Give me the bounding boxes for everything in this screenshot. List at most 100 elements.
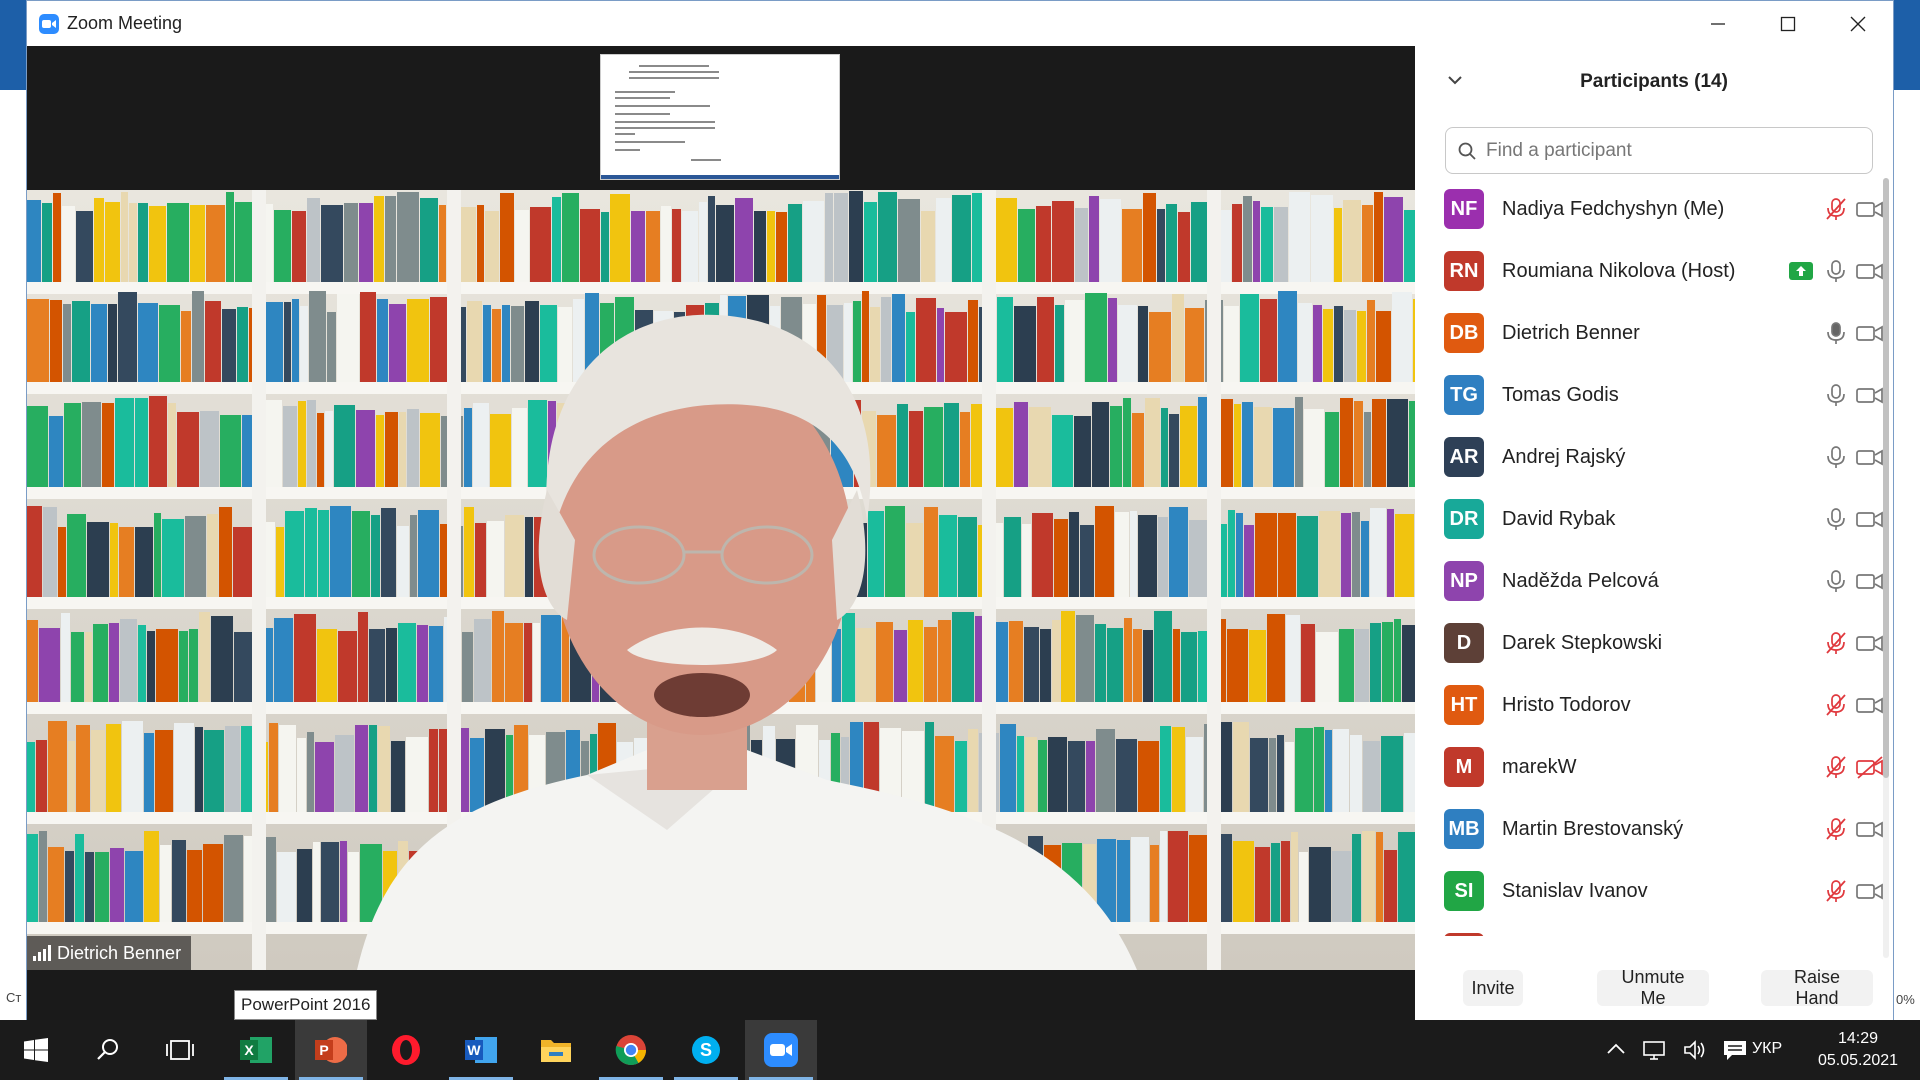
participant-avatar: MB bbox=[1444, 809, 1484, 849]
powerpoint-taskbar-button[interactable]: P bbox=[295, 1020, 367, 1080]
participant-avatar: NP bbox=[1444, 561, 1484, 601]
screen-share-icon bbox=[1789, 262, 1813, 280]
participant-row[interactable]: MB Martin Brestovanský bbox=[1415, 798, 1885, 860]
participant-row[interactable]: NP Naděžda Pelcová bbox=[1415, 550, 1885, 612]
participant-name: Roumiana Nikolova (Host) bbox=[1502, 259, 1736, 282]
participants-title: Participants (14) bbox=[1580, 71, 1728, 92]
microphone-icon[interactable] bbox=[1823, 506, 1849, 532]
taskbar-tooltip: PowerPoint 2016 bbox=[234, 990, 378, 1020]
participant-row[interactable]: DR David Rybak bbox=[1415, 488, 1885, 550]
participant-row[interactable]: NF Nadiya Fedchyshyn (Me) bbox=[1415, 178, 1885, 240]
mic-muted-icon[interactable] bbox=[1823, 754, 1849, 780]
opera-taskbar-button[interactable] bbox=[370, 1020, 442, 1080]
shared-screen-thumbnail[interactable] bbox=[600, 54, 840, 180]
participant-name: Naděžda Pelcová bbox=[1502, 569, 1659, 592]
skype-icon: S bbox=[692, 1036, 720, 1064]
skype-taskbar-button[interactable]: S bbox=[670, 1020, 742, 1080]
file-explorer-taskbar-button[interactable] bbox=[520, 1020, 592, 1080]
participant-name: Dietrich Benner bbox=[1502, 321, 1640, 344]
volume-icon[interactable] bbox=[1682, 1038, 1708, 1062]
background-app-right-edge: 0% bbox=[1894, 0, 1920, 1020]
unmute-me-button[interactable]: Unmute Me bbox=[1597, 967, 1709, 1008]
participant-row[interactable]: HT Hristo Todorov bbox=[1415, 674, 1885, 736]
mic-muted-icon[interactable] bbox=[1823, 816, 1849, 842]
microphone-icon[interactable] bbox=[1823, 382, 1849, 408]
speaker-name: Dietrich Benner bbox=[57, 942, 182, 963]
participant-row[interactable]: MmarekW bbox=[1415, 736, 1885, 798]
participant-row[interactable]: AR Andrej Rajský bbox=[1415, 426, 1885, 488]
powerpoint-icon: P bbox=[315, 1037, 347, 1063]
show-hidden-icons-icon[interactable] bbox=[1604, 1038, 1628, 1062]
mic-muted-icon[interactable] bbox=[1823, 196, 1849, 222]
network-icon[interactable] bbox=[1642, 1038, 1668, 1062]
system-tray bbox=[1604, 1020, 1748, 1080]
taskbar-clock[interactable]: 14:29 05.05.2021 bbox=[1808, 1028, 1908, 1072]
word-taskbar-button[interactable]: W bbox=[445, 1020, 517, 1080]
zoom-app-icon bbox=[39, 13, 59, 34]
mic-muted-icon[interactable] bbox=[1823, 692, 1849, 718]
notification-icon[interactable] bbox=[1722, 1038, 1748, 1062]
file-explorer-icon bbox=[541, 1040, 571, 1062]
taskbar-search-button[interactable] bbox=[72, 1020, 144, 1080]
participant-avatar: M bbox=[1444, 747, 1484, 787]
search-input[interactable] bbox=[1486, 139, 1846, 162]
excel-taskbar-button[interactable]: X bbox=[220, 1020, 292, 1080]
excel-icon: X bbox=[240, 1037, 272, 1063]
maximize-icon bbox=[1780, 16, 1796, 31]
search-icon bbox=[1458, 142, 1476, 160]
participant-name: Stanislav Ivanov bbox=[1502, 879, 1648, 902]
input-language[interactable]: УКР bbox=[1752, 1040, 1782, 1058]
microphone-icon[interactable] bbox=[1823, 568, 1849, 594]
participant-avatar: DR bbox=[1444, 499, 1484, 539]
invite-button[interactable]: Invite bbox=[1463, 970, 1523, 1006]
participant-search[interactable] bbox=[1445, 127, 1873, 174]
participant-avatar: D bbox=[1444, 623, 1484, 663]
title-bar[interactable]: Zoom Meeting bbox=[27, 1, 1893, 46]
speaker-name-tag: Dietrich Benner bbox=[27, 936, 192, 970]
chrome-taskbar-button[interactable] bbox=[595, 1020, 667, 1080]
close-button[interactable] bbox=[1823, 1, 1893, 46]
participant-avatar: RN bbox=[1444, 251, 1484, 291]
participant-row[interactable] bbox=[1415, 922, 1885, 936]
opera-icon bbox=[392, 1035, 420, 1065]
participant-row[interactable]: DB Dietrich Benner bbox=[1415, 302, 1885, 364]
clock-time: 14:29 bbox=[1837, 1030, 1879, 1047]
raise-hand-button[interactable]: Raise Hand bbox=[1761, 967, 1873, 1008]
participant-row[interactable]: RN Roumiana Nikolova (Host) bbox=[1415, 240, 1885, 302]
maximize-button[interactable] bbox=[1753, 1, 1823, 46]
windows-start-button[interactable] bbox=[0, 1020, 72, 1080]
task-view-icon bbox=[166, 1040, 194, 1060]
chrome-icon bbox=[615, 1035, 646, 1066]
participant-name: Martin Brestovanský bbox=[1502, 817, 1684, 840]
mic-muted-icon[interactable] bbox=[1823, 878, 1849, 904]
minimize-button[interactable] bbox=[1683, 1, 1753, 46]
participant-name: marekW bbox=[1502, 755, 1577, 778]
participant-name: Nadiya Fedchyshyn (Me) bbox=[1502, 197, 1725, 220]
participant-name: Andrej Rajský bbox=[1502, 445, 1626, 468]
chevron-down-icon[interactable] bbox=[1447, 72, 1463, 88]
zoom-taskbar-button[interactable] bbox=[745, 1020, 817, 1080]
svg-text:P: P bbox=[319, 1042, 328, 1058]
background-status-text: Ст bbox=[6, 990, 22, 1005]
participant-avatar: DB bbox=[1444, 313, 1484, 353]
participant-list-scrollbar[interactable] bbox=[1881, 178, 1891, 958]
microphone-icon[interactable] bbox=[1823, 320, 1849, 346]
task-view-button[interactable] bbox=[144, 1020, 216, 1080]
microphone-icon[interactable] bbox=[1823, 444, 1849, 470]
participants-panel: Participants (14) NF Nadiya Fedchyshyn (M… bbox=[1415, 46, 1893, 1021]
participant-avatar bbox=[1444, 933, 1484, 936]
mic-muted-icon[interactable] bbox=[1823, 630, 1849, 656]
speaker-video[interactable]: Dietrich Benner bbox=[27, 190, 1415, 970]
participant-row[interactable]: SI Stanislav Ivanov bbox=[1415, 860, 1885, 922]
clock-date: 05.05.2021 bbox=[1817, 1052, 1899, 1069]
search-icon bbox=[97, 1039, 118, 1060]
background-app-left-edge bbox=[0, 0, 26, 1020]
microphone-icon[interactable] bbox=[1823, 258, 1849, 284]
participants-actions: Invite Unmute Me Raise Hand bbox=[1415, 964, 1893, 1014]
svg-text:S: S bbox=[700, 1040, 712, 1060]
participant-row[interactable]: D Darek Stepkowski bbox=[1415, 612, 1885, 674]
participant-row[interactable]: TG Tomas Godis bbox=[1415, 364, 1885, 426]
window-controls bbox=[1683, 1, 1893, 46]
video-area: Dietrich Benner bbox=[27, 46, 1415, 1021]
background-zoom-percent: 0% bbox=[1896, 992, 1915, 1007]
